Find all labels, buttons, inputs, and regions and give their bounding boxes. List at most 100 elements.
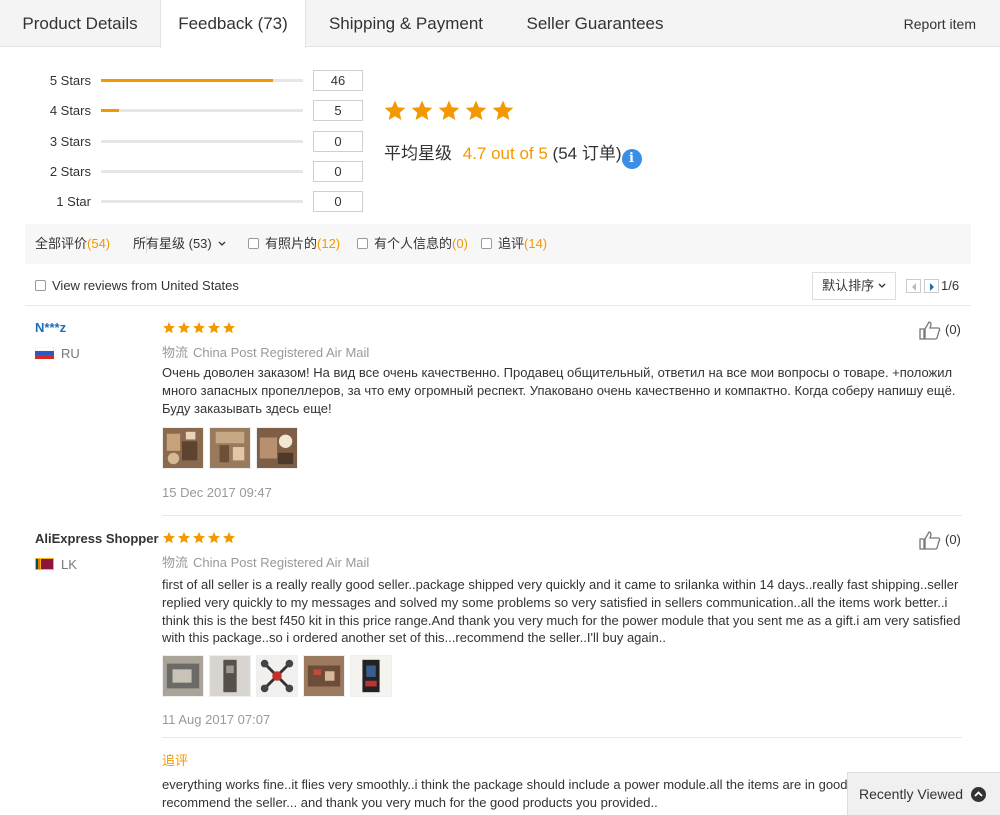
- star-icon: [177, 321, 191, 334]
- star-rating-icon: [162, 321, 236, 334]
- tab-product-details[interactable]: Product Details: [0, 0, 160, 47]
- average-score: 4.7 out of 5: [462, 144, 548, 163]
- prev-page-button[interactable]: [906, 279, 921, 293]
- report-item-link[interactable]: Report item: [904, 0, 976, 48]
- rating-bar-track: [101, 109, 303, 112]
- helpful-button[interactable]: (0): [919, 530, 963, 552]
- star-icon: [465, 100, 487, 120]
- rating-count-box: 0: [313, 131, 363, 152]
- recently-viewed-label: Recently Viewed: [859, 786, 964, 802]
- star-icon: [384, 100, 406, 120]
- rating-count-box: 46: [313, 70, 363, 91]
- shipping-method: China Post Registered Air Mail: [193, 555, 370, 570]
- star-icon: [192, 531, 206, 544]
- rating-count-box: 0: [313, 191, 363, 212]
- sri-lanka-flag-icon: [35, 558, 54, 570]
- rating-row-5: 5 Stars 46: [0, 70, 370, 92]
- rating-bar-fill: [101, 109, 120, 112]
- review-username[interactable]: N***z: [35, 320, 66, 335]
- tab-shipping-payment[interactable]: Shipping & Payment: [306, 0, 506, 47]
- additional-review-label: 追评: [162, 753, 189, 768]
- chevron-down-icon: [218, 241, 226, 246]
- filter-all-label: 全部评价: [35, 236, 88, 251]
- filter-additional-reviews[interactable]: 追评(14): [481, 224, 547, 264]
- review-shipping: 物流 China Post Registered Air Mail: [162, 342, 369, 361]
- review-photo[interactable]: [209, 427, 251, 469]
- divider: [162, 515, 962, 516]
- rating-row-label: 3 Stars: [49, 134, 91, 149]
- view-us-reviews[interactable]: View reviews from United States: [35, 274, 239, 298]
- order-count: (54 订单): [552, 144, 622, 163]
- review-photo[interactable]: [303, 655, 345, 697]
- divider: [162, 737, 962, 738]
- thumbs-up-icon: [919, 321, 941, 340]
- filter-personal-info[interactable]: 有个人信息的(0): [357, 224, 468, 264]
- filter-personal-count: (0): [452, 236, 468, 251]
- tab-bar: Product Details Feedback (73) Shipping &…: [0, 0, 1000, 48]
- additional-checkbox[interactable]: [481, 238, 492, 249]
- review-photo[interactable]: [256, 655, 298, 697]
- star-icon: [177, 531, 191, 544]
- review-stars: [162, 321, 237, 335]
- review-date: 11 Aug 2017 07:07: [162, 712, 271, 727]
- star-icon: [438, 100, 460, 120]
- sort-dropdown[interactable]: 默认排序: [812, 272, 896, 300]
- thumbs-up-icon: [919, 531, 941, 550]
- rating-bar-track: [101, 79, 303, 82]
- rating-count-box: 0: [313, 161, 363, 182]
- helpful-button[interactable]: (0): [919, 320, 963, 342]
- star-icon: [162, 321, 176, 334]
- filter-all-reviews[interactable]: 全部评价(54): [35, 224, 110, 264]
- rating-row-4: 4 Stars 5: [0, 100, 370, 122]
- info-icon[interactable]: i: [621, 149, 642, 169]
- review-photo[interactable]: [350, 655, 392, 697]
- filter-bar: 全部评价(54) 所有星级 (53) 有照片的(12) 有个人信息的(0) 追评…: [25, 224, 971, 264]
- rating-bar-fill: [101, 79, 273, 82]
- view-us-label: View reviews from United States: [52, 278, 239, 293]
- rating-row-1: 1 Star 0: [0, 191, 370, 213]
- tab-seller-guarantees[interactable]: Seller Guarantees: [506, 0, 684, 47]
- helpful-count: (0): [945, 322, 961, 337]
- chevron-up-icon: [971, 787, 986, 802]
- review-photo[interactable]: [256, 427, 298, 469]
- next-page-button[interactable]: [924, 279, 939, 293]
- review-photo[interactable]: [162, 427, 204, 469]
- filter-stars-label: 所有星级 (53): [133, 236, 212, 251]
- filter-with-photos[interactable]: 有照片的(12): [248, 224, 340, 264]
- divider: [25, 305, 971, 306]
- rating-count-box: 5: [313, 100, 363, 121]
- filter-additional-count: (14): [524, 236, 548, 251]
- personal-info-checkbox[interactable]: [357, 238, 368, 249]
- sort-label: 默认排序: [822, 278, 875, 293]
- star-icon: [222, 321, 236, 334]
- tab-feedback[interactable]: Feedback (73): [160, 0, 306, 48]
- filter-photos-label: 有照片的: [265, 236, 318, 251]
- view-us-checkbox[interactable]: [35, 280, 46, 291]
- review-username[interactable]: AliExpress Shopper: [35, 531, 159, 546]
- russia-flag-icon: [35, 347, 54, 359]
- review-stars: [162, 531, 237, 545]
- star-icon: [162, 531, 176, 544]
- star-rating-icon: [162, 531, 236, 544]
- chevron-right-icon: [930, 283, 934, 291]
- recently-viewed-panel[interactable]: Recently Viewed: [847, 772, 1000, 815]
- review-date: 15 Dec 2017 09:47: [162, 485, 272, 500]
- chevron-left-icon: [912, 283, 916, 291]
- shipping-prefix: 物流: [162, 345, 189, 360]
- rating-row-2: 2 Stars 0: [0, 161, 370, 183]
- star-icon: [207, 531, 221, 544]
- rating-row-label: 1 Star: [56, 194, 91, 209]
- photos-checkbox[interactable]: [248, 238, 259, 249]
- helpful-count: (0): [945, 532, 961, 547]
- rating-row-label: 2 Stars: [49, 164, 91, 179]
- star-icon: [222, 531, 236, 544]
- filter-star-dropdown[interactable]: 所有星级 (53): [133, 224, 226, 264]
- rating-bar-track: [101, 140, 303, 143]
- average-rating-prefix: 平均星级: [384, 144, 452, 163]
- rating-row-label: 4 Stars: [49, 103, 91, 118]
- rating-bar-track: [101, 170, 303, 173]
- page-indicator: 1/6: [941, 278, 960, 293]
- review-photo[interactable]: [209, 655, 251, 697]
- review-text: first of all seller is a really really g…: [162, 577, 961, 646]
- review-photo[interactable]: [162, 655, 204, 697]
